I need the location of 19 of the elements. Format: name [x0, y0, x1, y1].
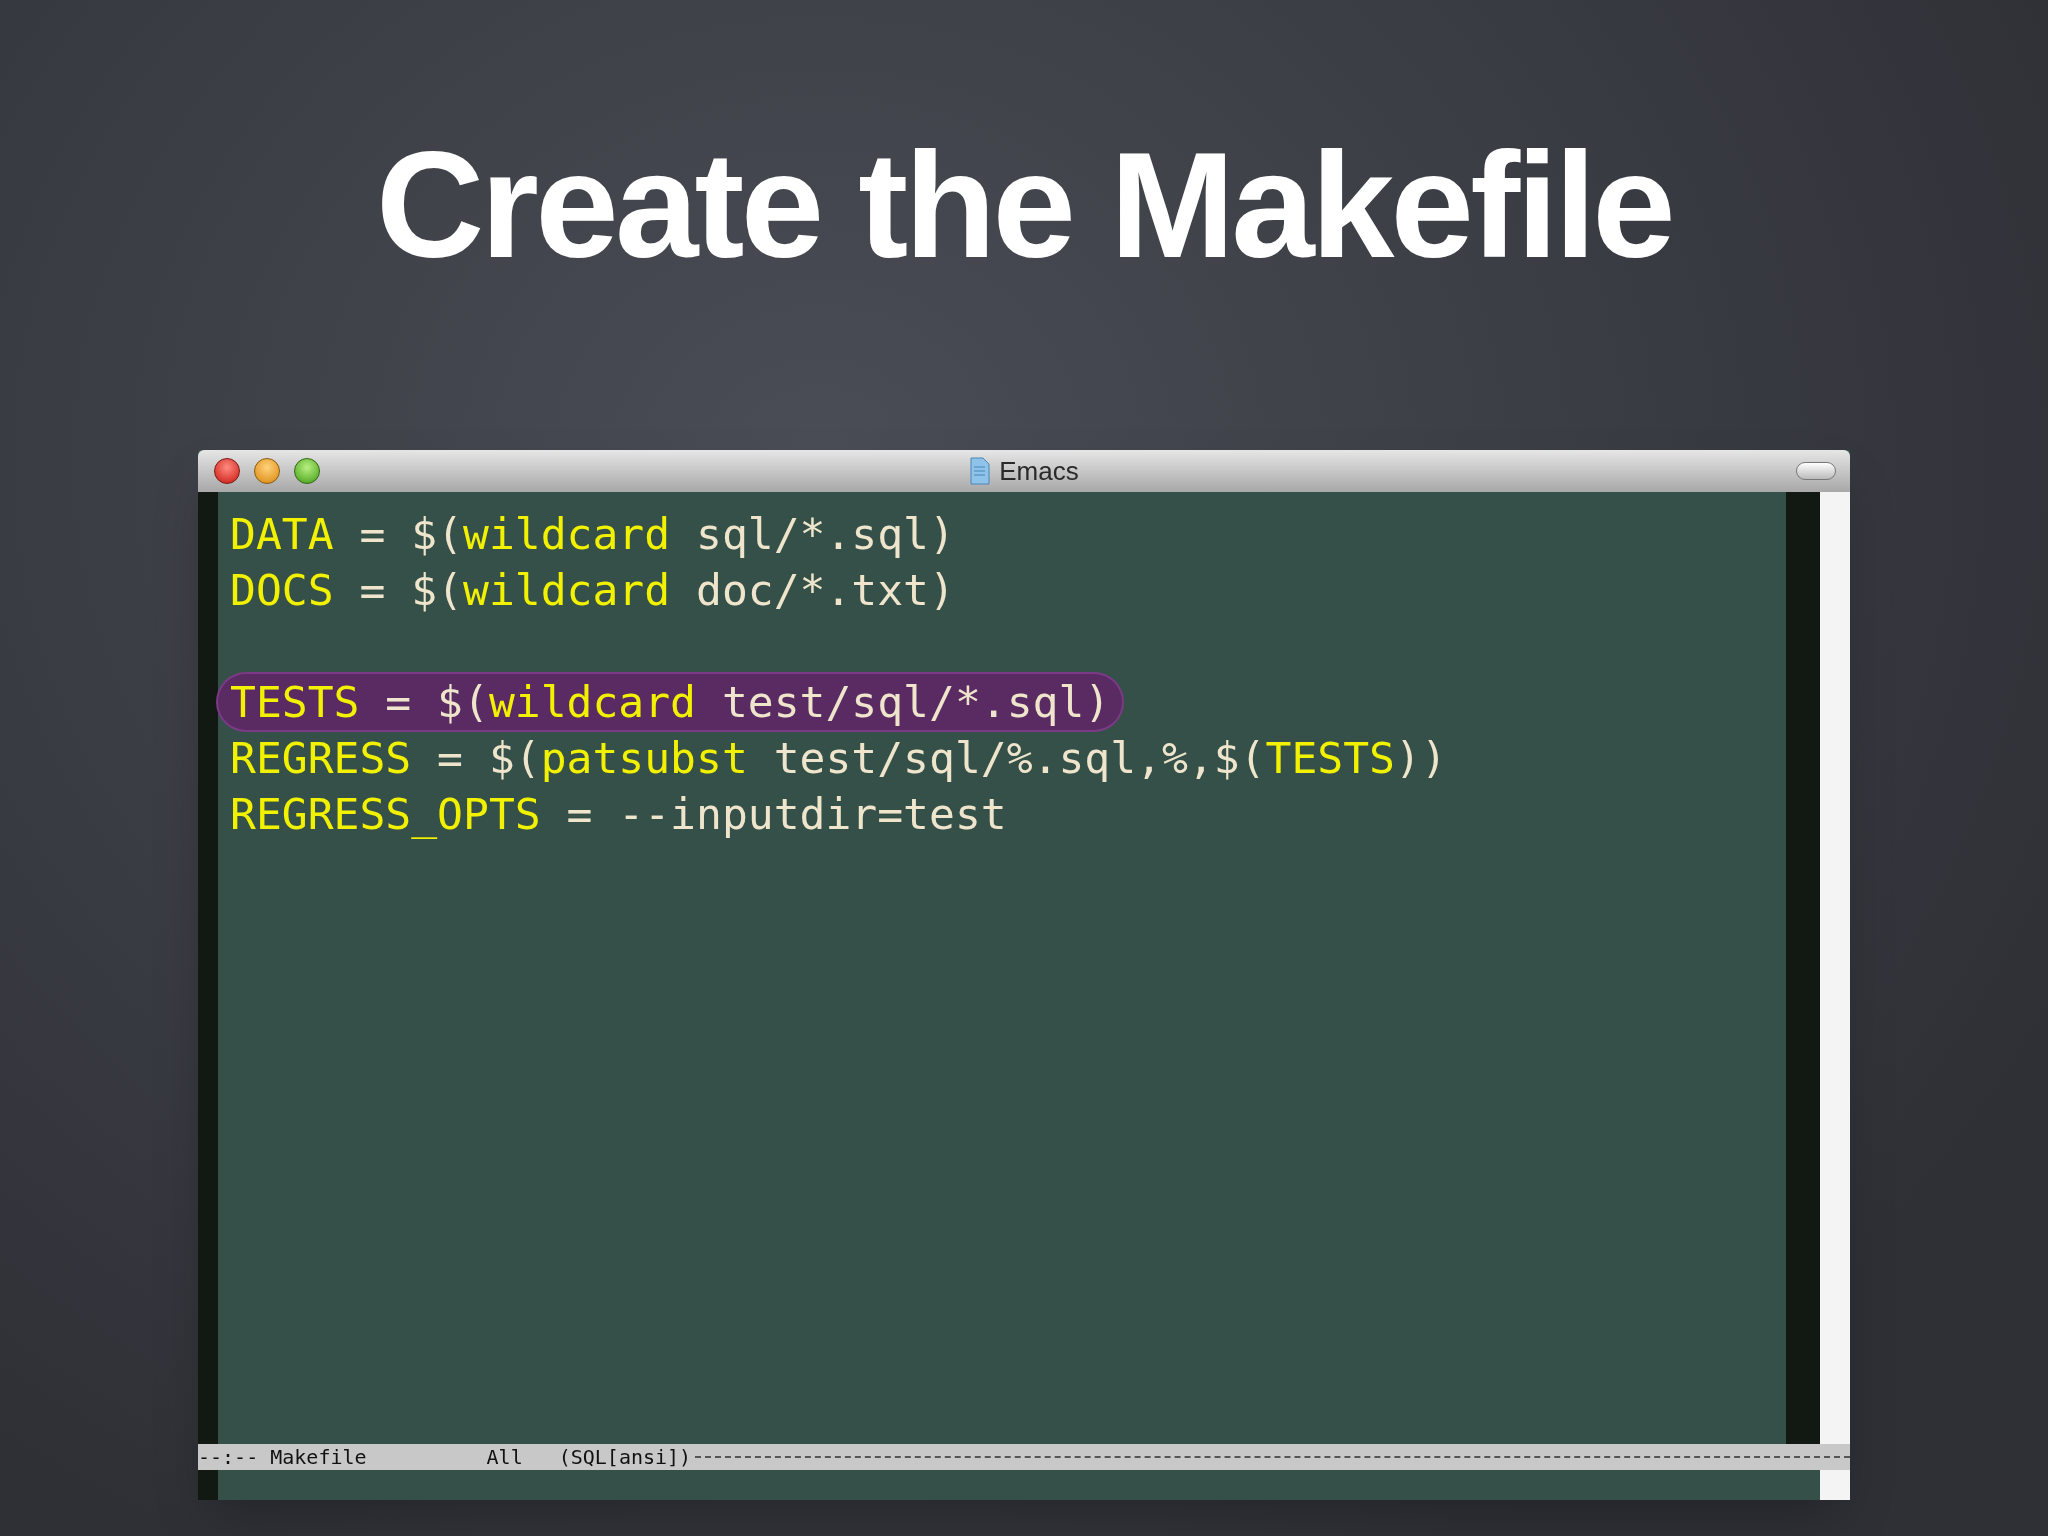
document-icon [969, 457, 992, 485]
mode-line-status: --:-- [198, 1444, 259, 1470]
buffer-position: All [486, 1444, 523, 1470]
slide-title: Create the Makefile [376, 119, 1672, 291]
buffer-name: Makefile [270, 1444, 367, 1470]
close-button[interactable] [214, 458, 240, 484]
scrollbar[interactable] [1820, 492, 1850, 1444]
zoom-button[interactable] [294, 458, 320, 484]
code-editor[interactable]: DATA = $(wildcard sql/*.sql) DOCS = $(wildcard doc/*.txt) TESTS = $(wildcard test/sql/*.sql) REGRESS = $(patsubst test/sql/%.sql,%,$(TESTS)) REGRESS_OPTS = --inputdir=test [218, 492, 1786, 1444]
code-line: REGRESS_OPTS = --inputdir=test [229, 788, 1008, 841]
resize-handle[interactable] [1820, 1470, 1850, 1500]
code-line: DATA = $(wildcard sql/*.sql) [229, 508, 956, 561]
code-line: DOCS = $(wildcard doc/*.txt) [229, 564, 956, 617]
left-fringe [198, 1470, 218, 1500]
toolbar-toggle-button[interactable] [1796, 462, 1836, 480]
code-line: REGRESS = $(patsubst test/sql/%.sql,%,$(TESTS)) [229, 732, 1448, 785]
minimize-button[interactable] [254, 458, 280, 484]
major-mode: (SQL[ansi]) [558, 1444, 692, 1470]
window-title: Emacs [999, 454, 1079, 488]
